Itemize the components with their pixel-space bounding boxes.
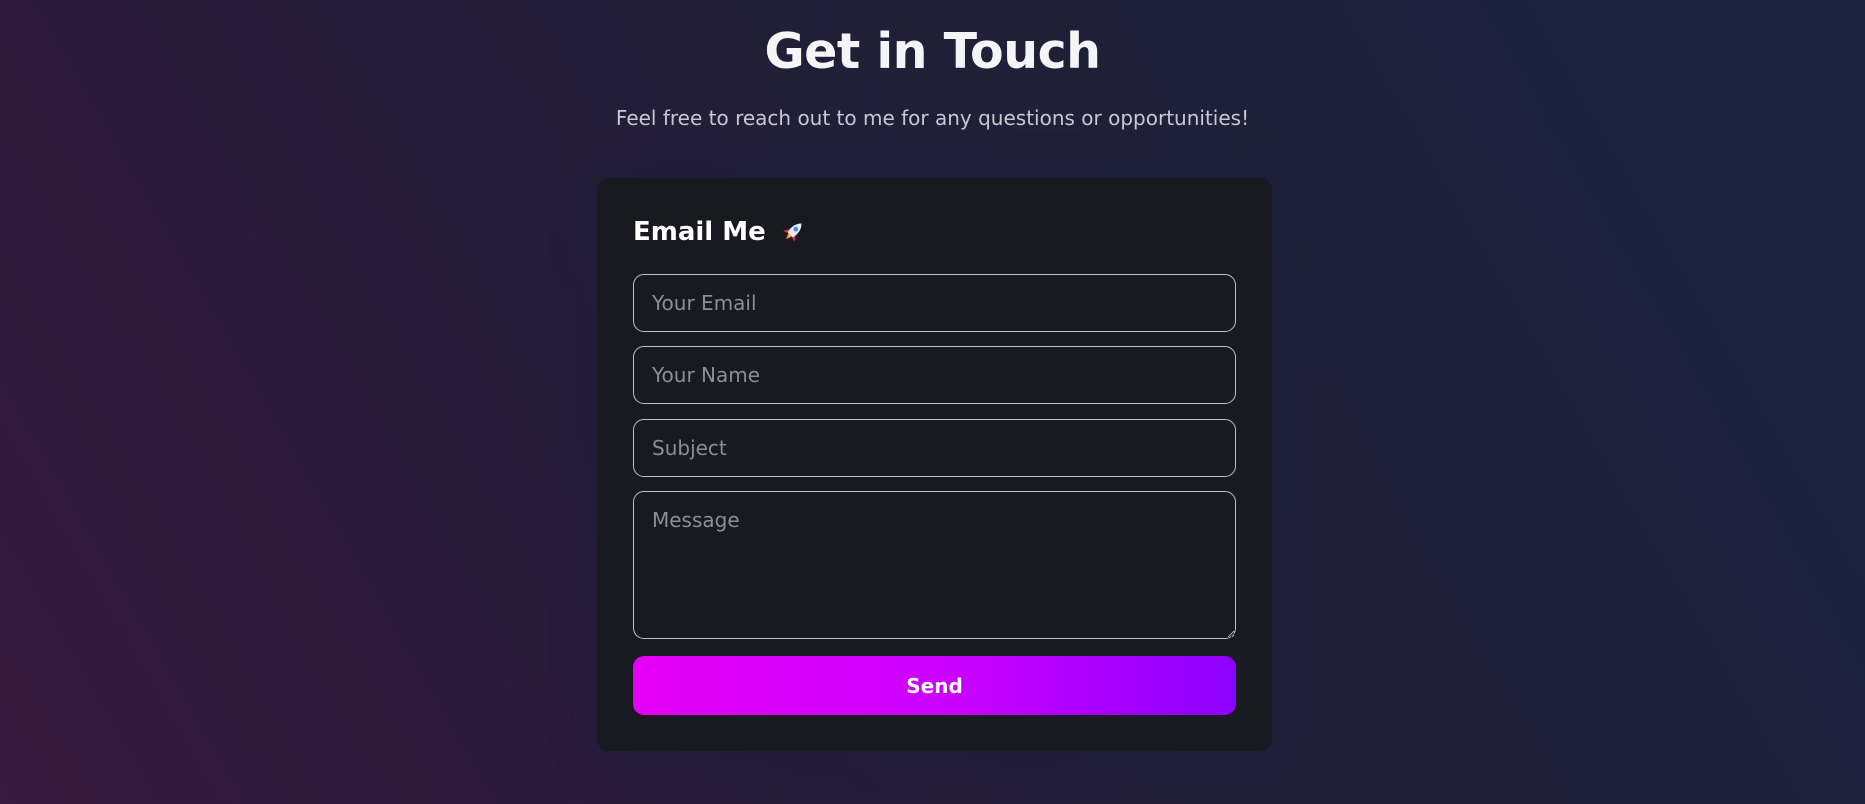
rocket-icon	[778, 217, 808, 247]
contact-form-card: Email Me Send	[597, 178, 1272, 751]
email-input[interactable]	[633, 274, 1236, 332]
message-textarea[interactable]	[633, 491, 1236, 639]
send-button[interactable]: Send	[633, 656, 1236, 715]
contact-page: Get in Touch Feel free to reach out to m…	[0, 0, 1865, 804]
page-title: Get in Touch	[764, 23, 1101, 80]
page-subtitle: Feel free to reach out to me for any que…	[615, 106, 1250, 130]
name-input[interactable]	[633, 346, 1236, 404]
form-title-label: Email Me	[633, 217, 766, 247]
form-title: Email Me	[633, 215, 808, 249]
subject-input[interactable]	[633, 419, 1236, 477]
